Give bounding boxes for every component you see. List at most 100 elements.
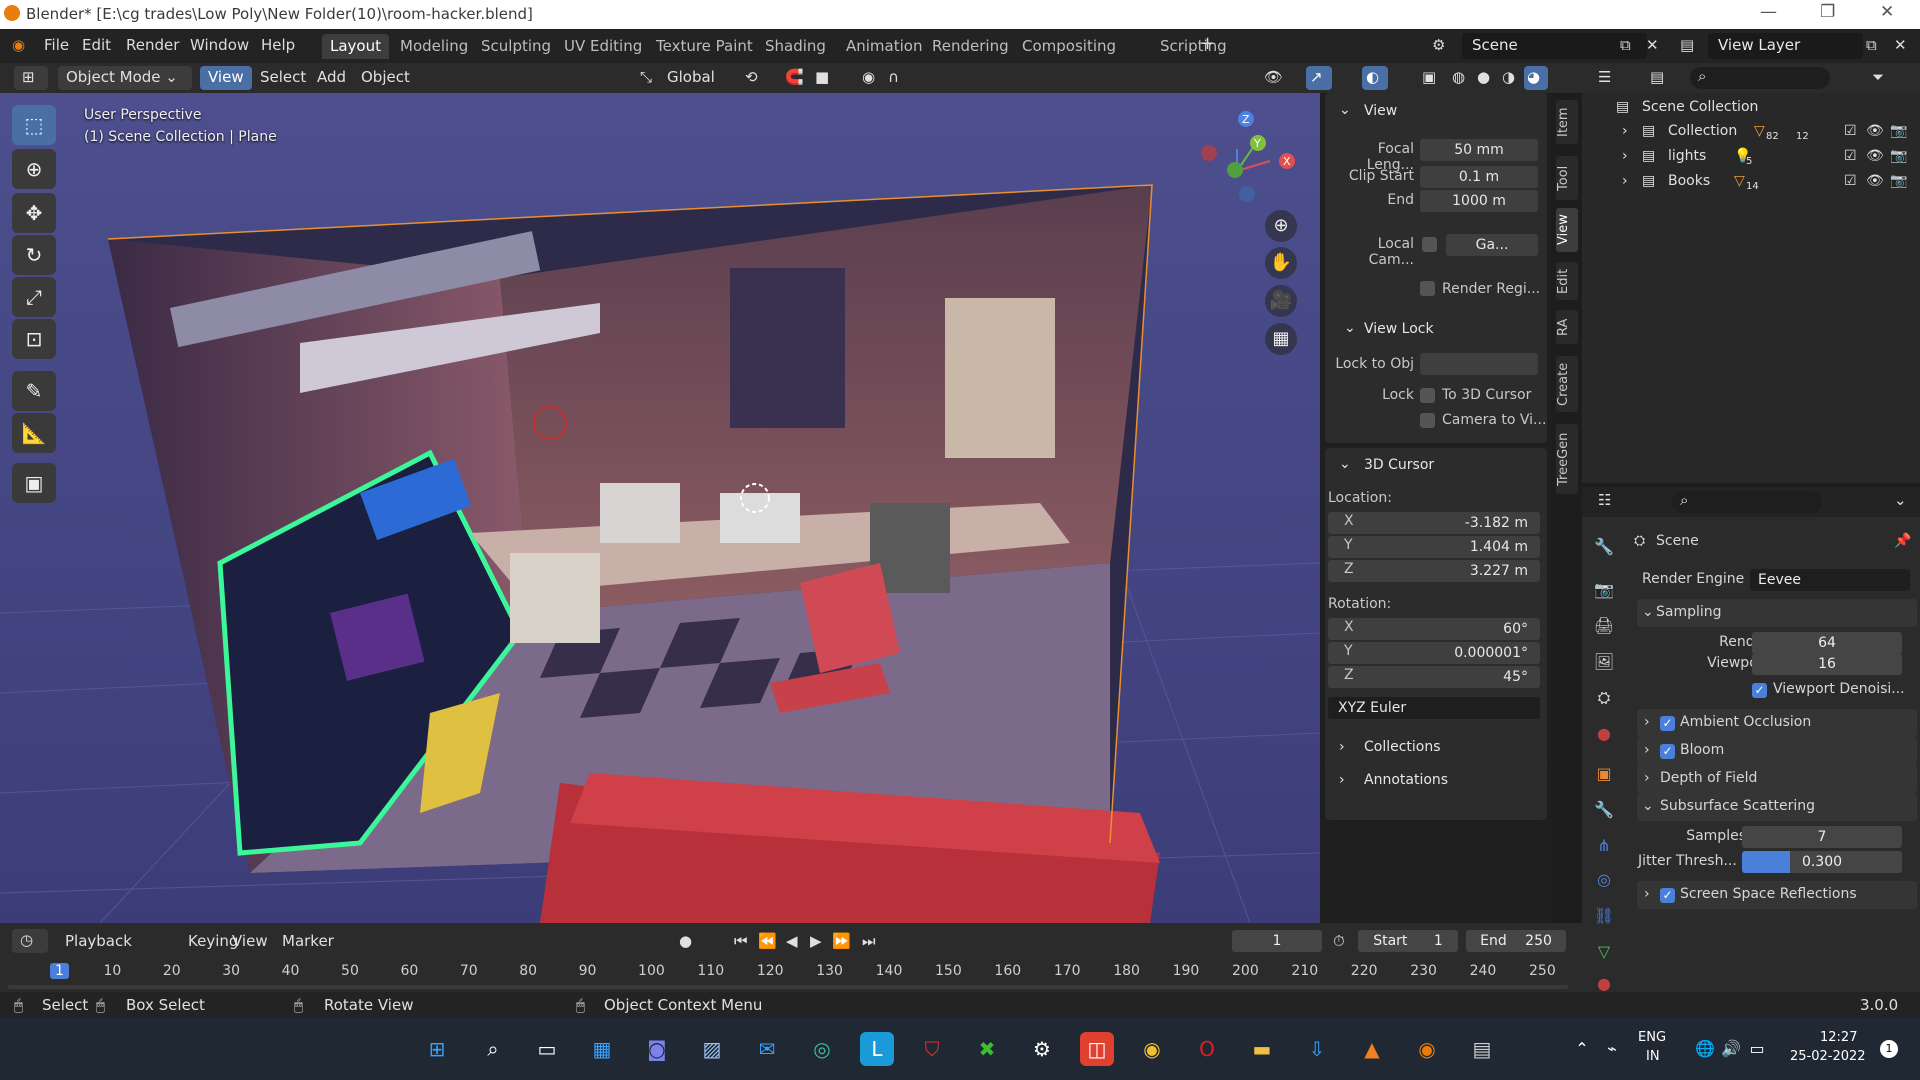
xbox-icon[interactable]: ✖ bbox=[970, 1032, 1004, 1066]
language-code[interactable]: ENG bbox=[1638, 1030, 1666, 1045]
terminal-icon[interactable]: ⇩ bbox=[1300, 1032, 1334, 1066]
scene-browse-icon[interactable]: ⚙ bbox=[1432, 36, 1445, 54]
add-cube-tool-icon[interactable]: ▣ bbox=[12, 463, 56, 503]
menu-edit[interactable]: Edit bbox=[82, 36, 111, 54]
eye-icon[interactable]: 👁 bbox=[1866, 123, 1884, 139]
local-camera-checkbox[interactable] bbox=[1422, 237, 1437, 252]
snap-target-icon[interactable]: ■ bbox=[815, 68, 829, 86]
marker-menu[interactable]: Marker bbox=[282, 932, 334, 950]
outliner-row-collection[interactable]: › ▤ Collection ▽ 82 12 ☑ 👁 📷 bbox=[1582, 121, 1920, 145]
bloom-panel-header[interactable] bbox=[1637, 737, 1917, 765]
rotate-tool-icon[interactable]: ↻ bbox=[12, 235, 56, 275]
render-region-checkbox[interactable] bbox=[1420, 281, 1435, 296]
annotate-tool-icon[interactable]: ✎ bbox=[12, 371, 56, 411]
screen-capture-icon[interactable]: ▤ bbox=[1465, 1032, 1499, 1066]
lock-to-3d-cursor-checkbox[interactable] bbox=[1420, 388, 1435, 403]
office-icon[interactable]: ◫ bbox=[1080, 1032, 1114, 1066]
jump-keyframe-forward-icon[interactable]: ⏩ bbox=[832, 932, 851, 950]
eye-icon[interactable]: 👁 bbox=[1866, 148, 1884, 164]
properties-editor-type-icon[interactable]: ☷ bbox=[1598, 491, 1611, 509]
camera-view-icon[interactable]: 🎥 bbox=[1265, 285, 1297, 317]
outliner-filter-icon[interactable]: ⏷ bbox=[1872, 68, 1884, 86]
view-layer-remove-icon[interactable]: ✕ bbox=[1894, 36, 1907, 54]
notification-badge[interactable]: 1 bbox=[1880, 1040, 1898, 1058]
jitter-threshold-slider[interactable]: 0.300 bbox=[1742, 851, 1902, 873]
outliner-display-mode-icon[interactable]: ▤ bbox=[1650, 68, 1664, 86]
maximize-icon[interactable]: ❐ bbox=[1820, 2, 1835, 22]
file-explorer-icon[interactable]: ▬ bbox=[1245, 1032, 1279, 1066]
outliner-row-lights[interactable]: › ▤ lights 💡 5 ☑ 👁 📷 bbox=[1582, 146, 1920, 170]
windows-start-icon[interactable]: ⊞ bbox=[420, 1032, 454, 1066]
pivot-icon[interactable]: ⟲ bbox=[745, 68, 758, 86]
outliner-search-input[interactable] bbox=[1690, 67, 1830, 89]
outliner-row-books[interactable]: › ▤ Books ▽ 14 ☑ 👁 📷 bbox=[1582, 171, 1920, 195]
photos-icon[interactable]: ▨ bbox=[695, 1032, 729, 1066]
render-properties-icon[interactable]: 📷 bbox=[1592, 578, 1616, 602]
edge-browser-icon[interactable]: ◎ bbox=[805, 1032, 839, 1066]
depth-of-field-chevron-icon[interactable]: › bbox=[1644, 770, 1650, 786]
cursor-tool-icon[interactable]: ⊕ bbox=[12, 149, 56, 189]
playback-menu[interactable]: Playback bbox=[65, 932, 132, 950]
mode-dropdown[interactable]: Object Mode ⌄ bbox=[58, 66, 192, 90]
side-tab-view[interactable]: View bbox=[1556, 208, 1578, 252]
widgets-icon[interactable]: ▦ bbox=[585, 1032, 619, 1066]
search-icon[interactable]: ⌕ bbox=[476, 1032, 510, 1066]
world-properties-icon[interactable]: ● bbox=[1592, 722, 1616, 746]
cursor-location-y-field[interactable]: 1.404 m bbox=[1328, 536, 1540, 558]
properties-search-input[interactable] bbox=[1672, 491, 1822, 513]
exclude-checkbox-icon[interactable]: ☑ bbox=[1844, 123, 1857, 139]
local-camera-field[interactable]: Ga... bbox=[1446, 234, 1538, 256]
tab-compositing[interactable]: Compositing bbox=[1014, 34, 1124, 59]
mcafee-icon[interactable]: ⛉ bbox=[915, 1032, 949, 1066]
cursor-rotation-y-field[interactable]: 0.000001° bbox=[1328, 642, 1540, 664]
language-region[interactable]: IN bbox=[1646, 1049, 1660, 1064]
play-reverse-icon[interactable]: ◀ bbox=[786, 932, 798, 950]
tab-sculpting[interactable]: Sculpting bbox=[473, 34, 559, 59]
tray-overflow-icon[interactable]: ⌃ bbox=[1565, 1032, 1599, 1066]
blender-menu-icon[interactable]: ◉ bbox=[12, 36, 25, 54]
clip-start-field[interactable]: 0.1 m bbox=[1420, 166, 1538, 188]
modifier-properties-icon[interactable]: 🔧 bbox=[1592, 798, 1616, 822]
keying-menu[interactable]: Keying bbox=[188, 932, 238, 950]
view-menu[interactable]: View bbox=[200, 66, 252, 90]
preview-range-icon[interactable]: ⏱ bbox=[1333, 932, 1345, 950]
mail-icon[interactable]: ✉ bbox=[750, 1032, 784, 1066]
jump-start-icon[interactable]: ⏮ bbox=[734, 932, 748, 950]
tray-network-off-icon[interactable]: ⌁ bbox=[1595, 1032, 1629, 1066]
menu-file[interactable]: File bbox=[44, 36, 69, 54]
vlc-icon[interactable]: ▲ bbox=[1355, 1032, 1389, 1066]
pin-icon[interactable]: 📌 bbox=[1894, 533, 1911, 549]
tab-layout[interactable]: Layout bbox=[322, 34, 389, 59]
tab-uv-editing[interactable]: UV Editing bbox=[556, 34, 650, 59]
tab-rendering[interactable]: Rendering bbox=[924, 34, 1017, 59]
exclude-checkbox-icon[interactable]: ☑ bbox=[1844, 148, 1857, 164]
clip-end-field[interactable]: 1000 m bbox=[1420, 190, 1538, 212]
rendered-shading-icon[interactable]: ◕ bbox=[1524, 66, 1548, 90]
sss-samples-field[interactable]: 7 bbox=[1742, 826, 1902, 848]
tool-properties-icon[interactable]: 🔧 bbox=[1592, 535, 1616, 559]
view-section-title[interactable]: View bbox=[1364, 103, 1397, 119]
editor-type-icon[interactable]: ⊞ bbox=[14, 66, 48, 90]
battery-icon[interactable]: ▭ bbox=[1740, 1032, 1774, 1066]
orientation-dropdown[interactable]: Global bbox=[667, 68, 715, 86]
camera-render-icon[interactable]: 📷 bbox=[1890, 173, 1907, 189]
timeline-editor-type-icon[interactable]: ◷ bbox=[12, 929, 48, 953]
record-icon[interactable]: ● bbox=[679, 932, 692, 950]
object-menu[interactable]: Object bbox=[361, 68, 410, 86]
scene-copy-icon[interactable]: ⧉ bbox=[1620, 36, 1631, 54]
clock-time[interactable]: 12:27 bbox=[1820, 1030, 1857, 1045]
close-icon[interactable]: ✕ bbox=[1880, 2, 1894, 22]
blender-taskbar-icon[interactable]: ◉ bbox=[1410, 1032, 1444, 1066]
render-engine-dropdown[interactable]: Eevee bbox=[1750, 569, 1910, 591]
camera-to-view-checkbox[interactable] bbox=[1420, 413, 1435, 428]
physics-properties-icon[interactable]: ◎ bbox=[1592, 868, 1616, 892]
play-icon[interactable]: ▶ bbox=[810, 932, 822, 950]
cursor-section-title[interactable]: 3D Cursor bbox=[1364, 457, 1434, 473]
expand-chevron-icon[interactable]: › bbox=[1622, 148, 1628, 164]
cursor-rotation-x-field[interactable]: 60° bbox=[1328, 618, 1540, 640]
clock-date[interactable]: 25-02-2022 bbox=[1790, 1049, 1866, 1064]
tab-animation[interactable]: Animation bbox=[838, 34, 930, 59]
solid-shading-icon[interactable]: ● bbox=[1477, 68, 1490, 86]
menu-render[interactable]: Render bbox=[126, 36, 179, 54]
view-section-chevron-icon[interactable]: ⌄ bbox=[1339, 102, 1351, 118]
